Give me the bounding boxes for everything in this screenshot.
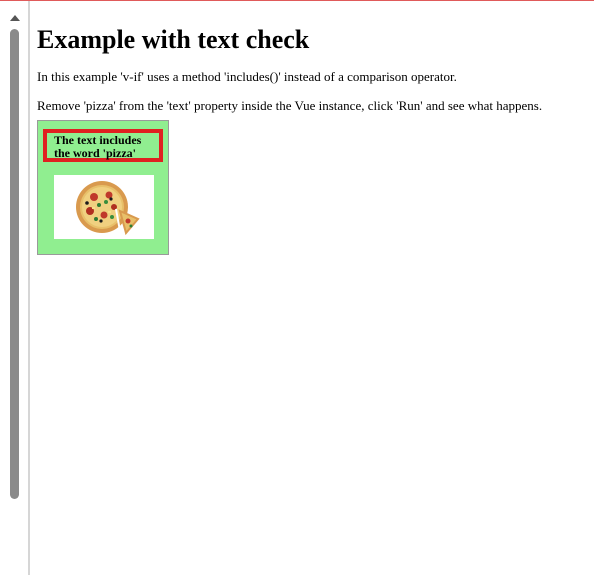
page-content: Example with text check In this example … bbox=[37, 8, 582, 126]
page-title: Example with text check bbox=[37, 25, 310, 54]
instruction-paragraph: Remove 'pizza' from the 'text' property … bbox=[37, 98, 543, 113]
scrollbar-thumb[interactable] bbox=[10, 29, 19, 499]
window-top-border bbox=[0, 0, 594, 1]
vue-app-container: The text includes the word 'pizza' bbox=[37, 120, 169, 255]
intro-paragraph: In this example 'v-if' uses a method 'in… bbox=[37, 69, 457, 84]
scroll-up-arrow-icon[interactable] bbox=[10, 15, 20, 21]
pizza-text-message: The text includes the word 'pizza' bbox=[43, 129, 163, 162]
pizza-image bbox=[54, 175, 154, 239]
pizza-icon bbox=[76, 181, 140, 236]
vertical-scrollbar[interactable] bbox=[0, 1, 30, 575]
message-line-2: the word 'pizza' bbox=[54, 146, 136, 160]
